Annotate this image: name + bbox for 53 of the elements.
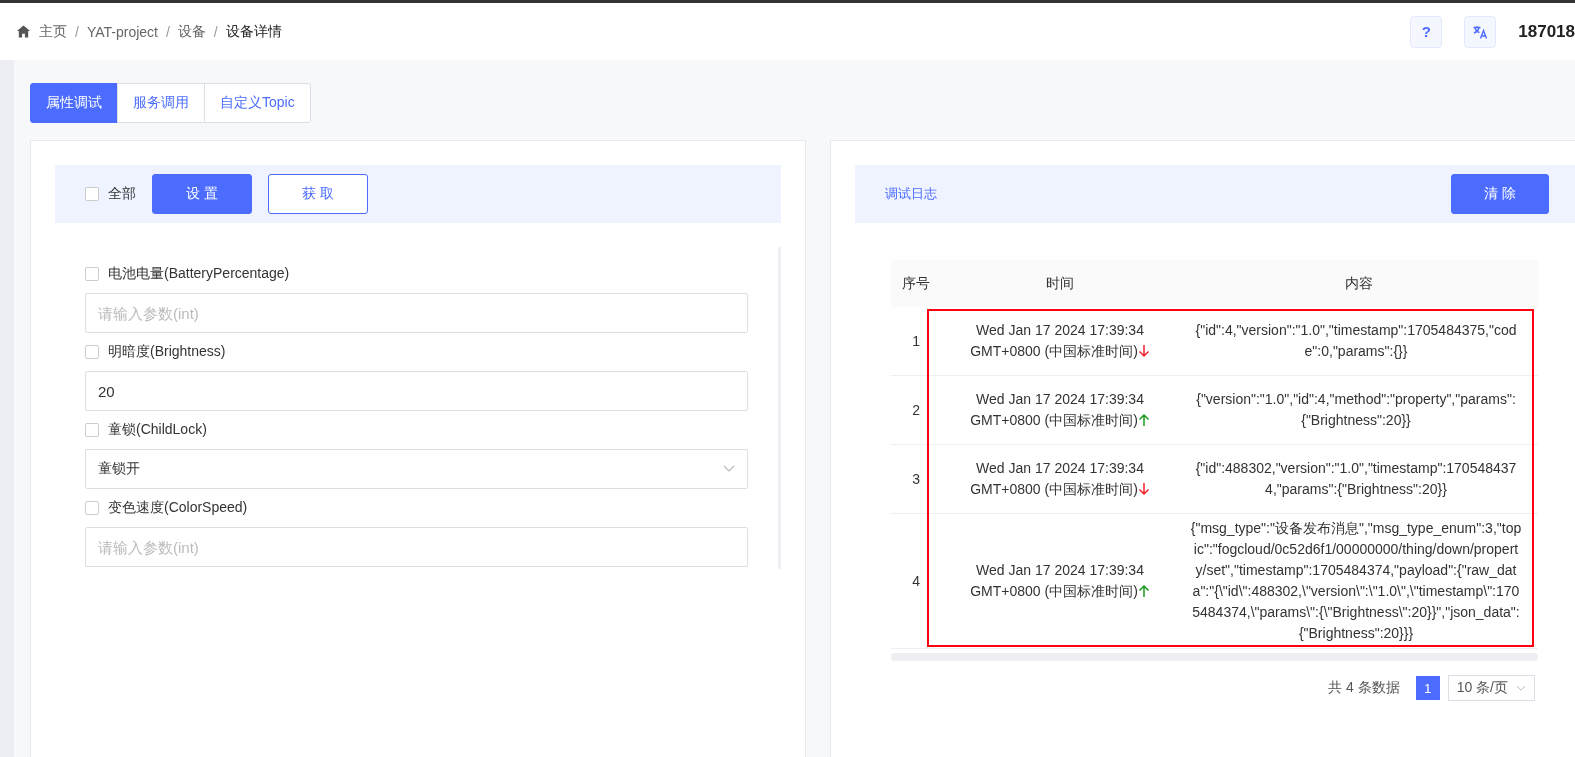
chevron-down-icon [1516, 684, 1526, 692]
table-cell-text: {"msg_type":"设备发布消息","msg_type_enum":3,"topic":"fogcloud/0c52d6f1/00000000/thing/down/property/set","timestamp":1705484374,"payload":{"raw_data":"{\"id\":488302,\"version\":\"1.0\",\"timestamp\":1705484374,\"params\":{\"Brightness\":20}}","json_data":{"Brightness":20}}} [1189, 519, 1523, 643]
translate-button[interactable] [1464, 15, 1497, 48]
clear-button[interactable]: 清 除 [1451, 174, 1549, 214]
breadcrumb-item[interactable]: 设备 [177, 22, 206, 41]
action-button[interactable]: 设 置 [152, 174, 252, 214]
breadcrumb-item[interactable]: YAT-project [86, 23, 158, 40]
table-cell-text: 4 [911, 573, 921, 589]
select-field[interactable]: 童锁开 [85, 449, 748, 489]
checkbox[interactable] [85, 187, 99, 201]
table-cell-text: 3 [911, 471, 921, 487]
table-cell: Wed Jan 17 2024 17:39:34 GMT+0800 (中国标准时间) [965, 560, 1155, 602]
column-header: 序号 [900, 274, 931, 293]
breadcrumb-item[interactable]: 主页 [39, 22, 67, 41]
table-cell-text: 2 [911, 402, 921, 418]
property-label: 电池电量(BatteryPercentage) [108, 265, 290, 283]
tab[interactable]: 自定义Topic [204, 83, 311, 123]
username[interactable]: 187018 [1518, 21, 1575, 42]
checkbox[interactable] [85, 345, 99, 359]
action-button[interactable]: 获 取 [268, 174, 368, 214]
tab[interactable]: 属性调试 [30, 83, 118, 123]
property-label: 变色速度(ColorSpeed) [108, 499, 248, 517]
page-button[interactable]: 1 [1415, 676, 1440, 700]
checkbox[interactable] [85, 267, 99, 281]
table-cell: Wed Jan 17 2024 17:39:34 GMT+0800 (中国标准时间) [965, 320, 1155, 362]
breadcrumb-separator: / [213, 23, 218, 40]
page-size-select[interactable]: 10 条/页 [1447, 675, 1535, 701]
tab[interactable]: 服务调用 [117, 83, 205, 123]
home-icon [16, 24, 31, 39]
column-header: 内容 [1344, 274, 1374, 293]
log-title: 调试日志 [885, 185, 937, 203]
table-cell-text: {"version":"1.0","id":4,"method":"property","params":{"Brightness":20}} [1195, 390, 1517, 430]
column-header: 时间 [1045, 274, 1075, 293]
checkbox[interactable] [85, 501, 99, 515]
table-cell: Wed Jan 17 2024 17:39:34 GMT+0800 (中国标准时间) [965, 458, 1155, 500]
translate-icon [1472, 23, 1489, 40]
input-field[interactable]: 20 [85, 371, 748, 411]
table-cell: Wed Jan 17 2024 17:39:34 GMT+0800 (中国标准时间) [965, 389, 1155, 431]
table-cell-text: 1 [911, 333, 921, 349]
table-cell-text: {"id":4,"version":"1.0","timestamp":1705484375,"code":0,"params":{}} [1194, 321, 1518, 361]
checkbox[interactable] [85, 423, 99, 437]
breadcrumb-separator: / [75, 23, 79, 40]
breadcrumb-item: 设备详情 [225, 22, 282, 41]
select-all-label: 全部 [108, 185, 136, 203]
breadcrumb-separator: / [165, 23, 170, 40]
input-field[interactable]: 请输入参数(int) [85, 527, 748, 567]
input-field[interactable]: 请输入参数(int) [85, 293, 748, 333]
total-count: 共 4 条数据 [1328, 679, 1400, 697]
chevron-down-icon [723, 465, 735, 473]
property-label: 童锁(ChildLock) [108, 421, 207, 439]
property-label: 明暗度(Brightness) [108, 343, 226, 361]
help-button[interactable]: ? [1410, 15, 1443, 48]
table-cell-text: {"id":488302,"version":"1.0","timestamp":1705484374,"params":{"Brightness":20}} [1194, 459, 1518, 499]
